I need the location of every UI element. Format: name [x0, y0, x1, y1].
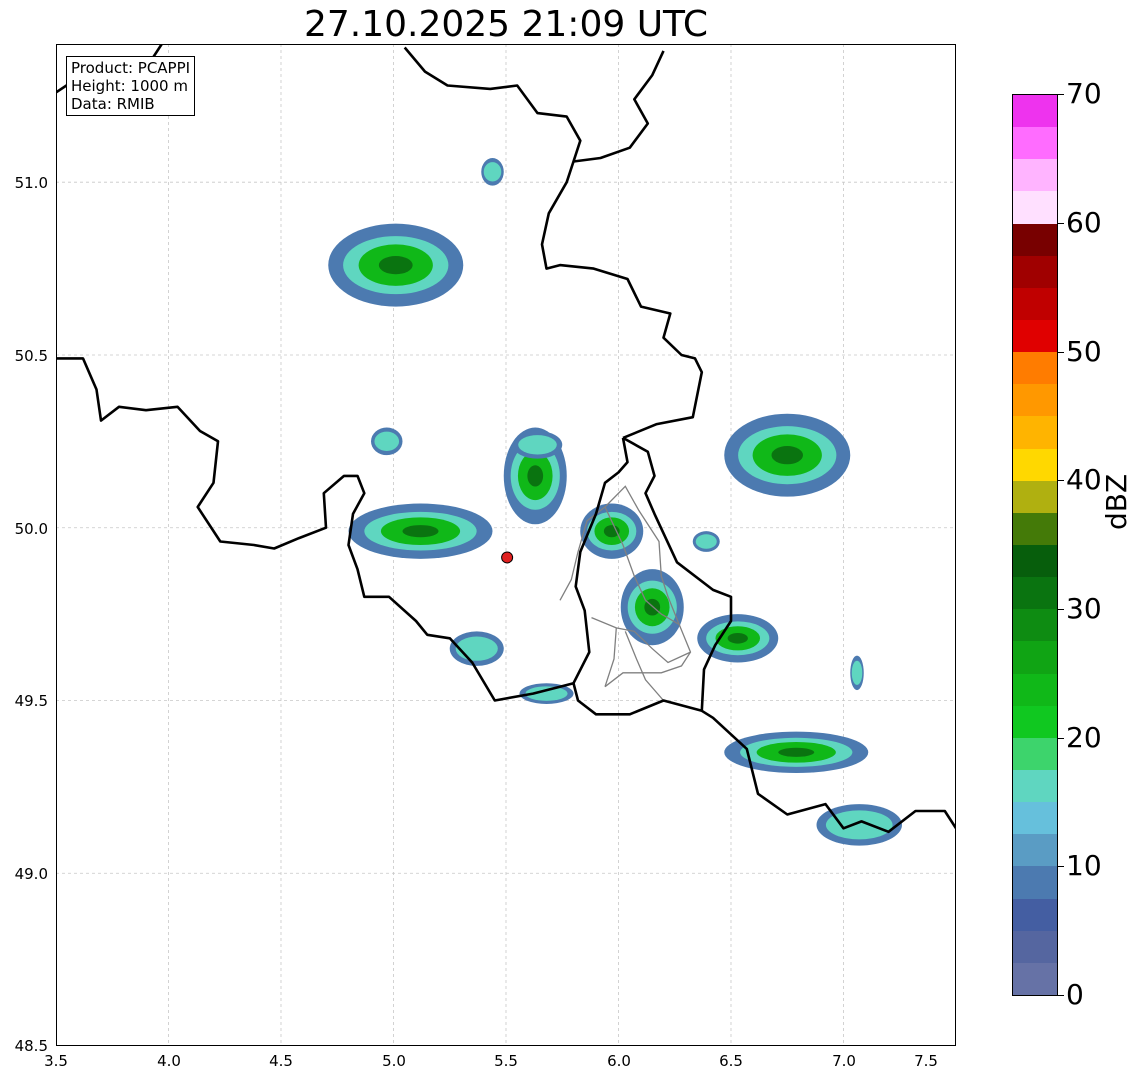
y-tick-label: 50.0 — [14, 520, 48, 538]
colorbar-segment — [1013, 705, 1057, 738]
precip-echo-core — [527, 465, 544, 487]
precip-cell — [724, 731, 869, 774]
dbz-colorbar — [1012, 94, 1058, 996]
colorbar-segment — [1013, 416, 1057, 449]
colorbar-segment — [1013, 287, 1057, 320]
colorbar-tick-mark — [1058, 480, 1064, 481]
colorbar-segment — [1013, 577, 1057, 610]
radar-site-layer — [501, 551, 514, 564]
national-border — [572, 437, 629, 684]
x-tick-label: 3.5 — [44, 1052, 68, 1070]
colorbar-segment — [1013, 223, 1057, 256]
colorbar-segment — [1013, 127, 1057, 160]
colorbar-segment — [1013, 159, 1057, 192]
colorbar-tick-label: 10 — [1066, 849, 1102, 882]
colorbar-segment — [1013, 641, 1057, 674]
data-source-text: Data: RMIB — [71, 95, 155, 113]
colorbar-tick-label: 70 — [1066, 77, 1102, 110]
colorbar-label: dBZ — [1100, 473, 1133, 530]
y-tick-label: 49.5 — [14, 692, 48, 710]
colorbar-tick-mark — [1058, 352, 1064, 353]
precip-cell — [620, 569, 684, 646]
precip-echo-core — [727, 632, 748, 644]
colorbar-segment — [1013, 384, 1057, 417]
x-tick-label: 6.5 — [719, 1052, 743, 1070]
radar-map[interactable] — [56, 44, 956, 1046]
y-tick-label: 50.5 — [14, 347, 48, 365]
precip-echo-core — [378, 256, 413, 275]
precip-echo-core — [402, 525, 439, 538]
y-tick-label: 51.0 — [14, 174, 48, 192]
map-title: 27.10.2025 21:09 UTC — [303, 4, 709, 45]
precip-echo-core — [603, 525, 620, 538]
precip-cell — [692, 531, 720, 552]
colorbar-segment — [1013, 448, 1057, 481]
colorbar-segment — [1013, 898, 1057, 931]
colorbar-tick-mark — [1058, 609, 1064, 610]
precip-cell — [724, 413, 851, 497]
colorbar-segment — [1013, 802, 1057, 835]
x-tick-label: 6.0 — [607, 1052, 631, 1070]
x-tick-label: 5.0 — [382, 1052, 406, 1070]
colorbar-tick-label: 60 — [1066, 206, 1102, 239]
precip-cell — [512, 430, 563, 459]
grid-lines — [56, 44, 956, 1046]
colorbar-tick-mark — [1058, 738, 1064, 739]
precip-echo-light — [455, 636, 498, 661]
colorbar-segment — [1013, 962, 1057, 995]
x-tick-label: 4.0 — [157, 1052, 181, 1070]
colorbar-segment — [1013, 834, 1057, 867]
colorbar-tick-label: 50 — [1066, 335, 1102, 368]
colorbar-segment — [1013, 866, 1057, 899]
colorbar-segment — [1013, 255, 1057, 288]
colorbar-segment — [1013, 352, 1057, 385]
x-tick-label: 5.5 — [494, 1052, 518, 1070]
precip-echo-light — [825, 810, 893, 840]
precipitation-layer — [328, 158, 902, 846]
precip-echo-light — [695, 534, 717, 549]
colorbar-segment — [1013, 191, 1057, 224]
precip-echo-light — [518, 435, 557, 455]
x-tick-label: 4.5 — [269, 1052, 293, 1070]
product-info-box: Product: PCAPPI Height: 1000 m Data: RMI… — [66, 56, 196, 116]
radar-site-marker — [501, 551, 514, 564]
colorbar-segment — [1013, 930, 1057, 963]
colorbar-tick-mark — [1058, 223, 1064, 224]
colorbar-segment — [1013, 512, 1057, 545]
colorbar-tick-label: 20 — [1066, 721, 1102, 754]
precip-echo-light — [374, 431, 400, 452]
colorbar-tick-mark — [1058, 94, 1064, 95]
colorbar-segment — [1013, 673, 1057, 706]
colorbar-tick-label: 30 — [1066, 592, 1102, 625]
precip-echo-light — [851, 660, 863, 685]
product-text: Product: PCAPPI — [71, 59, 191, 77]
colorbar-segment — [1013, 545, 1057, 578]
colorbar-segment — [1013, 737, 1057, 770]
precip-cell — [328, 223, 464, 307]
precip-echo-light — [483, 162, 502, 182]
colorbar-segment — [1013, 95, 1057, 128]
precip-cell — [371, 427, 403, 456]
colorbar-segment — [1013, 320, 1057, 353]
colorbar-tick-mark — [1058, 995, 1064, 996]
x-tick-label: 7.5 — [914, 1052, 938, 1070]
colorbar-segment — [1013, 609, 1057, 642]
precip-cell — [481, 158, 504, 186]
colorbar-tick-label: 40 — [1066, 463, 1102, 496]
colorbar-tick-mark — [1058, 866, 1064, 867]
x-tick-label: 7.0 — [832, 1052, 856, 1070]
y-tick-label: 49.0 — [14, 865, 48, 883]
precip-echo-core — [771, 446, 803, 465]
precip-cell — [850, 655, 864, 691]
colorbar-tick-label: 0 — [1066, 978, 1084, 1011]
regional-border — [604, 627, 617, 687]
colorbar-segment — [1013, 480, 1057, 513]
colorbar-segment — [1013, 770, 1057, 803]
map-frame[interactable] — [56, 44, 956, 1046]
precip-echo-core — [778, 747, 815, 757]
height-text: Height: 1000 m — [71, 77, 188, 95]
precip-cell — [348, 503, 493, 559]
